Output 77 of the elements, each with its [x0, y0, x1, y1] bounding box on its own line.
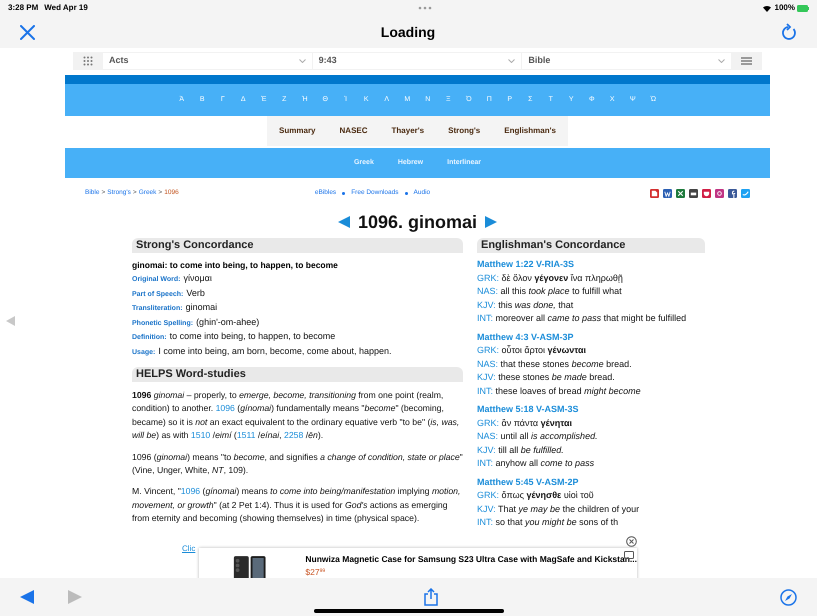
twitter-icon[interactable] — [741, 188, 750, 198]
study-paragraph: M. Vincent, "1096 (gínomai) means to come into being/manifestation implying motion, movement, or growth" (at 2 Pet 1:4). Thus it is used for God's actions as emerging from eternity and becoming (showing themselves) in time (physical space). — [132, 485, 462, 526]
field-value: Verb — [186, 286, 205, 300]
more-icon[interactable] — [418, 6, 432, 10]
tab[interactable]: Summary — [267, 116, 328, 146]
instagram-icon[interactable] — [715, 188, 724, 198]
verse-reference[interactable]: Matthew 1:22 V-RIA-3S — [477, 258, 705, 272]
next-arrow-icon[interactable] — [485, 216, 498, 228]
pocket-icon[interactable] — [702, 188, 711, 198]
text-link[interactable]: Clic — [182, 542, 196, 555]
previous-arrow-icon[interactable] — [338, 216, 350, 228]
status-date: Wed Apr 19 — [44, 2, 88, 14]
verse-reference[interactable]: Matthew 5:45 V-ASM-2P — [477, 476, 705, 489]
strongs-link[interactable]: 1510 — [190, 430, 210, 440]
print-icon[interactable] — [689, 188, 698, 198]
verse-line: KJV: these stones be made bread. — [477, 371, 616, 384]
verse-line: KJV: That ye may be the children of your — [477, 502, 640, 516]
verse-line: GRK: δὲ ὅλον γέγονεν ἵνα πληρωθῇ — [477, 272, 624, 285]
section-heading: Strong's Concordance — [132, 238, 463, 253]
tab[interactable]: NASEC — [328, 116, 380, 146]
battery-percent: 100% — [774, 2, 795, 14]
reload-icon[interactable] — [781, 23, 797, 41]
chevron-icon — [508, 59, 516, 63]
strongs-link[interactable]: 2258 — [284, 430, 304, 440]
compass-icon[interactable] — [780, 588, 797, 606]
spreadsheet-icon[interactable] — [676, 188, 685, 198]
close-icon[interactable] — [20, 24, 35, 40]
verse-line: KJV: till all be fulfilled. — [477, 444, 565, 456]
strongs-link[interactable]: 1096 — [180, 486, 200, 496]
pdf-icon[interactable] — [650, 188, 659, 198]
section-heading: HELPS Word-studies — [132, 367, 463, 382]
verse-line: INT: these loaves of bread might become — [477, 384, 642, 398]
field-value: ginomai — [186, 301, 218, 314]
menu-icon[interactable] — [741, 57, 752, 65]
battery-icon — [797, 4, 809, 12]
field-value: to come into being, to happen, to become — [170, 330, 336, 343]
grid-icon[interactable] — [83, 56, 93, 66]
verse-line: GRK: ἂν πάντα γένηται — [477, 416, 574, 430]
verse-line: KJV: this was done, that — [477, 298, 574, 312]
strongs-link[interactable]: 1096 — [216, 403, 235, 414]
facebook-icon[interactable] — [728, 188, 737, 198]
tab[interactable]: Thayer's — [380, 116, 436, 146]
share-icon[interactable] — [424, 588, 438, 606]
verse-line: INT: so that you might be sons of th — [477, 516, 620, 529]
ad-title[interactable]: Nunwiza Magnetic Case for Samsung S23 Ultra Case with MagSafe and Kickstan... — [305, 553, 637, 566]
study-paragraph: 1096 (ginomai) means "to become, and signifies a change of condition, state or place" (Vine, Unger, White, NT, 109). — [132, 450, 463, 478]
wifi-icon — [762, 4, 772, 12]
select-field[interactable]: Acts — [103, 53, 312, 69]
chevron-icon — [718, 59, 726, 63]
verse-line: GRK: ὅπως γένησθε υἱοὶ τοῦ — [477, 489, 595, 502]
ad-price: $27$^{99}$ — [305, 566, 326, 578]
tab[interactable]: Englishman's — [492, 116, 568, 146]
field-value: (ghin'-om-ahee) — [196, 316, 260, 329]
verse-reference[interactable]: Matthew 4:3 V-ASM-3P — [477, 330, 705, 344]
section-heading: Englishman's Concordance — [477, 238, 705, 253]
select-field[interactable]: Bible — [522, 53, 732, 69]
study-paragraph: 1096 ginomai – properly, to emerge, become, transitioning from one point (realm, condition) to another. 1096 (gínomai) fundamentally means "become" (becoming, became) so it is not an exact equivalent to the ordinary equative verb "to be" (is, was, will be) as with 1510 /eimí (1511 /eínai, 2258 /ēn). — [132, 389, 460, 442]
close-icon[interactable] — [626, 536, 637, 547]
verse-line: NAS: all this took place to fulfill what — [477, 285, 623, 298]
field-value: I come into being, am born, become, come about, happen. — [158, 344, 392, 358]
verse-line: INT: moreover all came to pass that might be fulfilled — [477, 312, 688, 325]
verse-reference[interactable]: Matthew 5:18 V-ASM-3S — [477, 403, 705, 416]
verse-line: NAS: that these stones become bread. — [477, 358, 633, 370]
document-icon[interactable] — [663, 188, 672, 198]
verse-line: INT: anyhow all come to pass — [477, 457, 596, 470]
page-title: Loading — [380, 22, 436, 42]
field-value: γίνομαι — [183, 272, 212, 285]
verse-line: NAS: until all is accomplished. — [477, 430, 599, 443]
chevron-icon — [298, 59, 306, 63]
back-icon[interactable] — [20, 590, 34, 604]
verse-line: GRK: οὗτοι ἄρτοι γένωνται — [477, 344, 587, 357]
strongs-link[interactable]: 1511 — [236, 430, 256, 440]
select-field[interactable]: 9:43 — [312, 53, 522, 69]
status-time: 3:28 PM — [8, 2, 38, 14]
tab[interactable]: Strong's — [436, 116, 492, 146]
definition-headline: ginomai: to come into being, to happen, to become — [132, 259, 339, 272]
word-title: 1096. ginomai — [358, 212, 478, 232]
